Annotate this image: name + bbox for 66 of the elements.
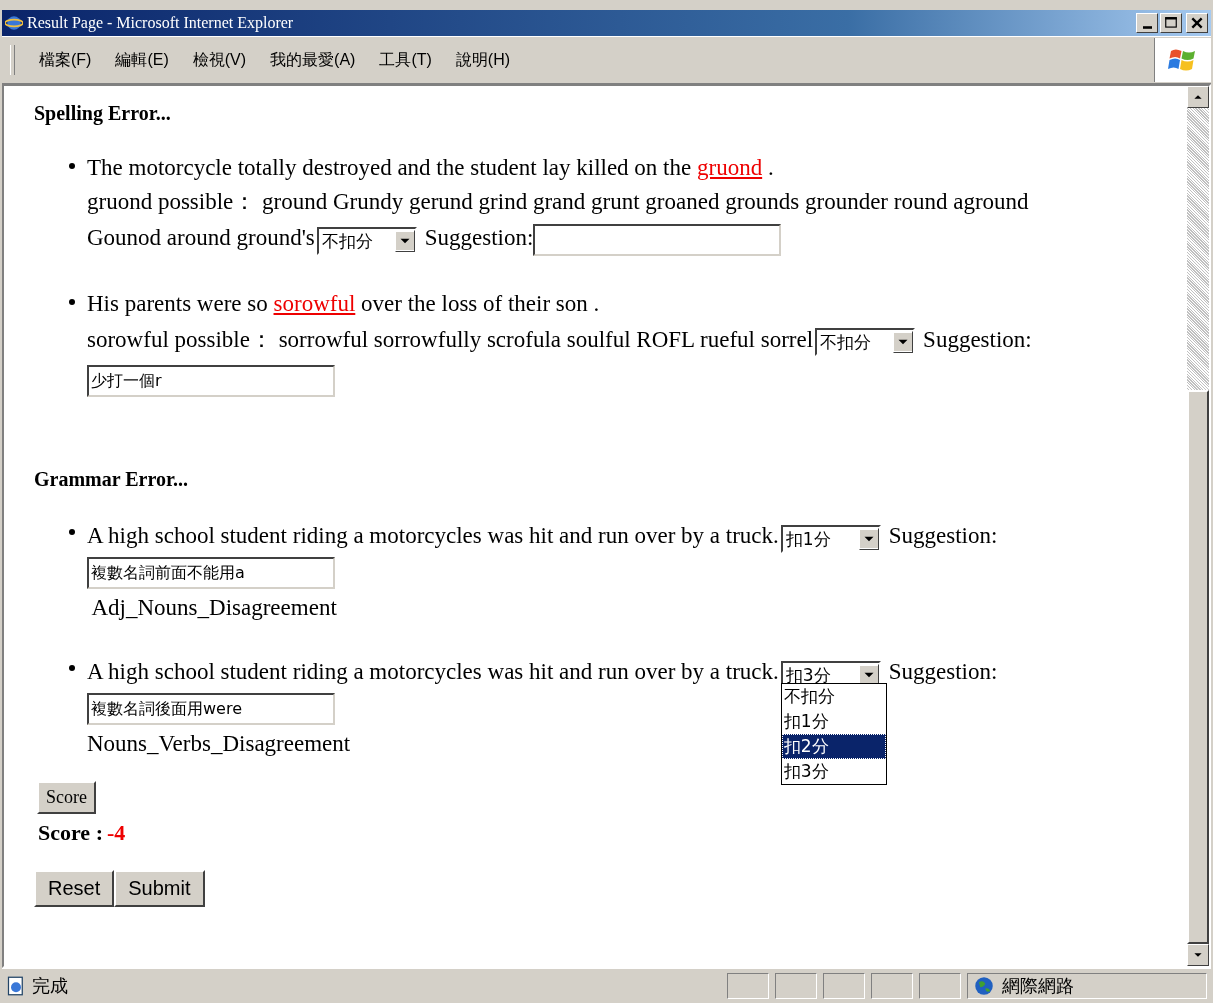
dropdown-arrow-icon [394,229,415,252]
page-icon [6,976,26,996]
form-button[interactable]: Submit [114,869,205,907]
suggestion-label: Suggestion: [888,659,998,685]
sentence: A high school student riding a motorcycles was hit and run over by a truck. [87,659,779,685]
form-button[interactable]: Reset [34,869,115,907]
deduction-select[interactable]: 扣1分 [780,525,881,554]
suggestion-field[interactable]: 複數名詞前面不能用a [87,557,335,590]
misspelled-word-link[interactable]: sorowful [273,290,356,316]
possible-words: Gounod around ground's [87,225,315,250]
error-type: Nouns_Verbs_Disagreement [87,730,351,756]
scrollbar[interactable] [1187,86,1209,966]
browser-icon [5,14,23,32]
close-icon [1190,16,1204,30]
dropdown-option[interactable]: 扣2分 [781,733,886,759]
minimize-button[interactable] [1136,13,1158,33]
suggestion-label: Suggestion: [923,326,1032,352]
error-type: Adj_Nouns_Disagreement [90,595,337,621]
menu-item[interactable]: 編輯(E) [113,49,179,71]
sentence: His parents were so sorowful over the loss of their son . [87,290,600,316]
deduction-select[interactable]: 不扣分 [815,328,916,357]
suggestion-field[interactable]: 複數名詞後面用were [87,692,335,725]
bullet-icon [69,529,75,536]
status-text: 完成 [32,975,68,998]
suggestion-field[interactable]: 少打一個r [87,365,335,398]
misspelled-word-link[interactable]: gruond [697,155,763,180]
dropdown-arrow-icon [893,331,914,354]
window-title: Result Page - Microsoft Internet Explorer [27,14,294,32]
status-pane [871,973,913,999]
score-button[interactable]: Score [37,780,96,814]
status-pane [823,973,865,999]
maximize-button[interactable] [1160,13,1182,33]
dropdown-option[interactable]: 扣3分 [781,758,886,784]
sentence: A high school student riding a motorcycles was hit and run over by a truck. [87,523,779,549]
menu-item[interactable]: 說明(H) [453,49,521,71]
section-heading: Spelling Error... [34,102,172,125]
status-pane [919,973,961,999]
suggestion-label: Suggestion: [424,225,534,250]
status-pane [727,973,769,999]
section-heading: Grammar Error... [34,468,190,492]
globe-icon [974,976,994,996]
sentence: The motorcycle totally destroyed and the student lay killed on the gruond . [87,155,774,180]
menu-item[interactable]: 檔案(F) [37,49,102,71]
suggestion-field[interactable] [533,223,782,256]
deduction-select[interactable]: 不扣分 [316,226,417,255]
minimize-icon [1142,25,1152,29]
zone-text: 網際網路 [1002,975,1074,998]
scroll-down-icon[interactable] [1187,944,1209,966]
possible-words: sorowful possible： sorrowful sorrowfully scrofula soulful ROFL rueful sorrel [87,326,814,352]
dropdown-option[interactable]: 扣1分 [781,708,886,734]
menu-item[interactable]: 工具(T) [377,49,442,71]
close-button[interactable] [1186,13,1208,33]
scroll-up-icon[interactable] [1187,86,1209,108]
possible-words: gruond possible： ground Grundy gerund grind grand grunt groaned grounds grounder round aground [87,189,1029,214]
status-pane [775,973,817,999]
menu-item[interactable]: 我的最愛(A) [268,49,366,71]
scroll-thumb[interactable] [1187,390,1209,944]
suggestion-label: Suggestion: [888,523,998,549]
maximize-icon [1164,16,1178,30]
bullet-icon [69,163,75,169]
score-label: Score : [38,819,103,845]
menu-item[interactable]: 檢視(V) [190,49,257,71]
bullet-icon [69,665,75,672]
bullet-icon [69,298,75,305]
score-value: -4 [106,819,126,845]
dropdown-arrow-icon [858,528,879,551]
